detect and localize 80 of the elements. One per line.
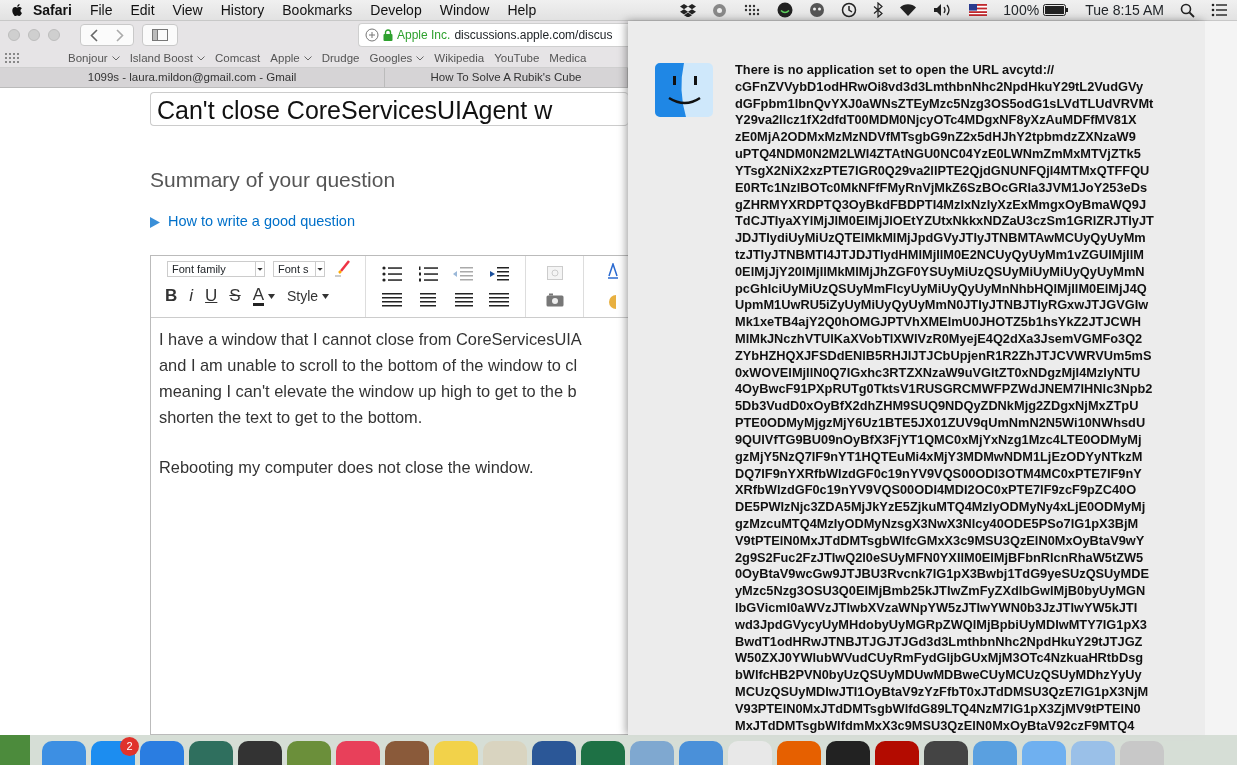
app-menu[interactable]: Safari bbox=[24, 0, 81, 21]
browser-tab[interactable]: 1099s - laura.mildon@gmail.com - Gmail bbox=[0, 67, 385, 88]
battery-percent: 100% bbox=[1003, 0, 1040, 20]
paint-brush-icon[interactable] bbox=[333, 260, 351, 278]
smiling-face-icon bbox=[655, 63, 713, 117]
bookmark-link[interactable]: YouTube bbox=[494, 49, 540, 67]
bullet-list-icon[interactable] bbox=[381, 265, 402, 282]
chevron-down-icon[interactable] bbox=[111, 55, 120, 61]
menu-item[interactable]: Window bbox=[430, 0, 499, 21]
font-size-select[interactable]: Font s bbox=[273, 261, 325, 277]
text-style-icon[interactable] bbox=[608, 263, 618, 280]
chevron-down-icon[interactable] bbox=[196, 55, 205, 61]
dialog-message: There is no application set to open the URL avcytd:// cGFnZVVybD1odHRwOi8vd3d3LmthbnNhc2NpdHkuY29tL2VudGVy dGFpbm1lbnQvYXJ0aWNsZTEyMzc5Nzg3OS5odG1sLVdTLUdVRVMt Y29va2llcz1fX2dfdT00MDM0NjcyOTc4MDgxNF8yXzAuMDFfMV81X zE0MjA2ODMxMzMzNDVfMTsgbG9nZ2x5dHJhY2tpbmdzZXNzaW9 uPTQ4NDM0N2M2LWI4ZTAtNGU0NC04YzE0LWNmZmMxMTVjZTk5 YTsgX2NiX2xzPTE7IGR0Q29va2llPTE2QjdGNUNFQjI4MTMxQTFFQU E0RTc1NzlBOTc0MkNFfFMyRnVjMkZ6SzBOcGRla3JVM1JoY253eDs gZHRMYXRDPTQ3OyBkdFBDPTI4MzIxNzIyXzExMmgxOyBmaWQ9J TdCJTIyaXYlMjJlM0ElMjJlOEtYZUtxNkkxNDZaU3czSm1GRlZRJTIyJT JDJTIydiUyMiUzQTElMkMlMjJpdGVyJTIyJTNBMTAwMCUyQyUyMm tzJTIyJTNBMTI4JTJDJTIydHMlMjIlM0E2NCUyQyUyMm1vZGUlMjIlM 0ElMjJjY20lMjIlMkMlMjJhZGF0YSUyMiUzQSUyMiUyMiUyQyUyMmN pcGhlciUyMiUzQSUyMmFlcyUyMiUyQyUyMnNhbHQlMjIlM0ElMjJ4Q UpmM1UwRU5iZyUyMiUyQyUyMmN0JTIyJTNBJTIyRGxwJTJGVGIw Mk1xeTB4ajY2Q0hOMGJPTVhXMElmU0JHOTZ5b1hsYkZ2JTJCWH MlMkJNczhVTUlKaXVobTlXWlVzR0MyejE4Q2dXa3JsemVGMFo3Q2 ZYbHZHQXJFSDdENlB5RHJlJTJCbUpjenR1R2ZhJTJCVWRVUm5mS 0xWOVElMjIlN0Q7IGxhc3RTZXNzaW9uVGltZT0xNDgzMjI4MzIyNTU 4OyBwcF91PXpRUTg0TktsV1RUSGRCMWFPZWdJNEM7IHNlc3Npb2 5Db3VudD0xOyBfX2dhZHM9SUQ9NDQyZDNkMjg2ZDgxNjMxZTpU PTE0ODMyMjgzMjY6Uz1BTE5JX01ZUV9qUmNmN2N5Wi10NWhsdU 9QUlVfTG9BU09nOyBfX3FjYT1QMC0xMjYxNzg1Mzc4LTE0ODMyMj gzMjY5NzQ7IF9nYT1HQTEuMi4xMjY3MDMwNDM1LjEzODYyNTkzM DQ7IF9nYXRfbWlzdGF0c19nYV9VQS00ODI3OTM4MC0xPTE7IF9nY XRfbWlzdGF0c19nYV9VQS00ODI4MDI2OC0xPTE7IF9zcF9pZC40O DE5PWIzNjc3ZDA5MjJkYzE5ZjkuMTQ4MzIyODMyNy4xLjE0ODMyMj gzMzcuMTQ4MzIyODMyNzsgX3NwX3Nlcy40ODE5PSo7IG1pX3BjM V9tPTElN0MxJTdDMTsgbWlfcGMxX3c9MSU3QzElN0MxOyBtaV9wY 2g9S2Fuc2FzJTIwQ2l0eSUyMFN0YXIlM0ElMjBFbnRlcnRhaW5tZW5 0OyBtaV9wcGw9JTJBU3Rvcnk7IG1pX3Bwbj1TdG9yeSUzQSUyMDE yMzc5Nzg3OSU3Q0ElMjBmb25kJTIwZmFyZXdlbGwlMjB0byUyMGN lbGVicml0aWVzJTIwbXVzaWNpYW5zJTIwYWN0b3JzJTIwYW5kJTI wd3JpdGVycyUyMHdobyUyMGRpZWQlMjBpbiUyMDIwMTY7IG1pX3 BwdT1odHRwJTNBJTJGJTJGd3d3LmthbnNhc2NpdHkuY29tJTJGZ W50ZXJ0YWlubWVudCUyRmFydGljbGUxMjM3OTc4NzkuaHRtbDsg bWlfcHB2PVN0byUzQSUyMDUwMDBweCUyMCUzQSUyMDhzYyUy MCUzQSUyMDIwJTI1OyBtaV9zYzFfbT0xJTdDMSU3QzE7IG1pX3NjM V93PTElN0MxJTdDMTsgbWlfdG89LTQ4NzM7IG1pX3ZjMV9tPTElN0 MxJTdDMTsgbWlfdmMxX3c9MSU3QzElN0MxOyBtaV92czF9MTQ4 bbox=[735, 62, 1154, 735]
section-heading: Summary of your question bbox=[150, 166, 397, 193]
flag-icon[interactable] bbox=[969, 4, 988, 16]
notification-badge: 2 bbox=[120, 737, 139, 756]
strikethrough-button[interactable]: S bbox=[223, 286, 247, 306]
outdent-icon[interactable] bbox=[453, 265, 474, 282]
chevron-down-icon[interactable] bbox=[303, 55, 312, 61]
triangle-right-icon[interactable] bbox=[150, 216, 160, 228]
dropbox-icon[interactable] bbox=[680, 3, 697, 17]
ball-icon[interactable] bbox=[712, 2, 728, 18]
list-icon[interactable] bbox=[1211, 3, 1227, 17]
dotted-grid-icon[interactable] bbox=[743, 3, 762, 17]
sidebar-button[interactable] bbox=[142, 24, 178, 47]
search-icon[interactable] bbox=[1180, 2, 1195, 18]
bookmark-link[interactable]: Comcast bbox=[214, 49, 261, 67]
grid-icon[interactable] bbox=[5, 53, 19, 64]
menu-item[interactable]: Develop bbox=[361, 0, 431, 21]
bookmark-link[interactable]: Googles bbox=[369, 49, 413, 67]
sidebar-icon bbox=[152, 29, 168, 42]
clock-icon[interactable] bbox=[841, 2, 858, 18]
bookmark-link[interactable]: Drudge bbox=[321, 49, 360, 67]
menu-item[interactable]: Bookmarks bbox=[273, 0, 362, 21]
bookmark-link[interactable]: Medica bbox=[549, 49, 587, 67]
plus-circle-icon[interactable] bbox=[365, 28, 379, 43]
indent-icon[interactable] bbox=[489, 265, 510, 282]
bookmark-link[interactable]: Wikipedia bbox=[434, 49, 485, 67]
underline-button[interactable]: U bbox=[199, 286, 224, 306]
numbered-list-icon[interactable] bbox=[417, 265, 438, 282]
select-label: Font s bbox=[278, 261, 310, 277]
font-family-select[interactable]: Font family bbox=[167, 261, 265, 277]
style-dropdown[interactable]: Style bbox=[281, 286, 336, 306]
menu-item[interactable]: Edit bbox=[121, 0, 164, 21]
chevron-down-icon[interactable] bbox=[416, 55, 425, 61]
help-link[interactable]: How to write a good question bbox=[168, 211, 355, 233]
smiley-icon[interactable] bbox=[777, 2, 794, 18]
align-left-icon[interactable] bbox=[381, 293, 402, 308]
justify-icon[interactable] bbox=[489, 293, 510, 308]
menu-item[interactable]: History bbox=[211, 0, 274, 21]
wifi-icon[interactable] bbox=[899, 3, 918, 17]
body-paragraph: I have a window that I cannot close from CoreServicesUIA and I am unable to scroll to the bottom of the window to cl meaning I can't elevate the window up high to get to the b shorten the text to get to the bottom. bbox=[159, 329, 583, 428]
select-label: Font family bbox=[172, 261, 227, 277]
text-color-button[interactable]: A bbox=[246, 286, 282, 306]
menu-item[interactable]: Help bbox=[498, 0, 546, 21]
chevron-right-icon bbox=[116, 28, 124, 42]
italic-button[interactable]: i bbox=[183, 286, 200, 306]
caret-icon bbox=[255, 262, 264, 276]
battery-icon[interactable] bbox=[1043, 4, 1070, 16]
caret-icon bbox=[315, 262, 324, 276]
site-owner: Apple Inc. bbox=[397, 27, 451, 45]
bookmark-link[interactable]: Bonjour bbox=[68, 49, 108, 67]
menu-clock[interactable]: Tue 8:15 AM bbox=[1085, 0, 1164, 21]
body-paragraph: Rebooting my computer does not close the window. bbox=[159, 457, 535, 478]
chevron-left-icon bbox=[90, 28, 98, 42]
camera-icon[interactable] bbox=[545, 292, 564, 307]
bookmark-link[interactable]: Island Boost bbox=[129, 49, 193, 67]
caret-icon bbox=[268, 293, 276, 299]
align-center-icon[interactable] bbox=[417, 293, 438, 308]
menu-item[interactable]: View bbox=[163, 0, 212, 21]
menu-item[interactable]: File bbox=[80, 0, 122, 21]
lock-icon bbox=[383, 29, 393, 42]
caret-icon bbox=[322, 293, 330, 299]
address-bar[interactable]: Apple Inc. discussions.apple.com/discus bbox=[358, 23, 628, 48]
bold-button[interactable]: B bbox=[159, 286, 184, 306]
bluetooth-icon[interactable] bbox=[873, 2, 884, 18]
apple-logo-icon[interactable] bbox=[10, 2, 24, 18]
bookmark-link[interactable]: Apple bbox=[270, 49, 300, 67]
url-text: discussions.apple.com/discus bbox=[454, 27, 613, 45]
align-right-icon[interactable] bbox=[453, 293, 474, 308]
